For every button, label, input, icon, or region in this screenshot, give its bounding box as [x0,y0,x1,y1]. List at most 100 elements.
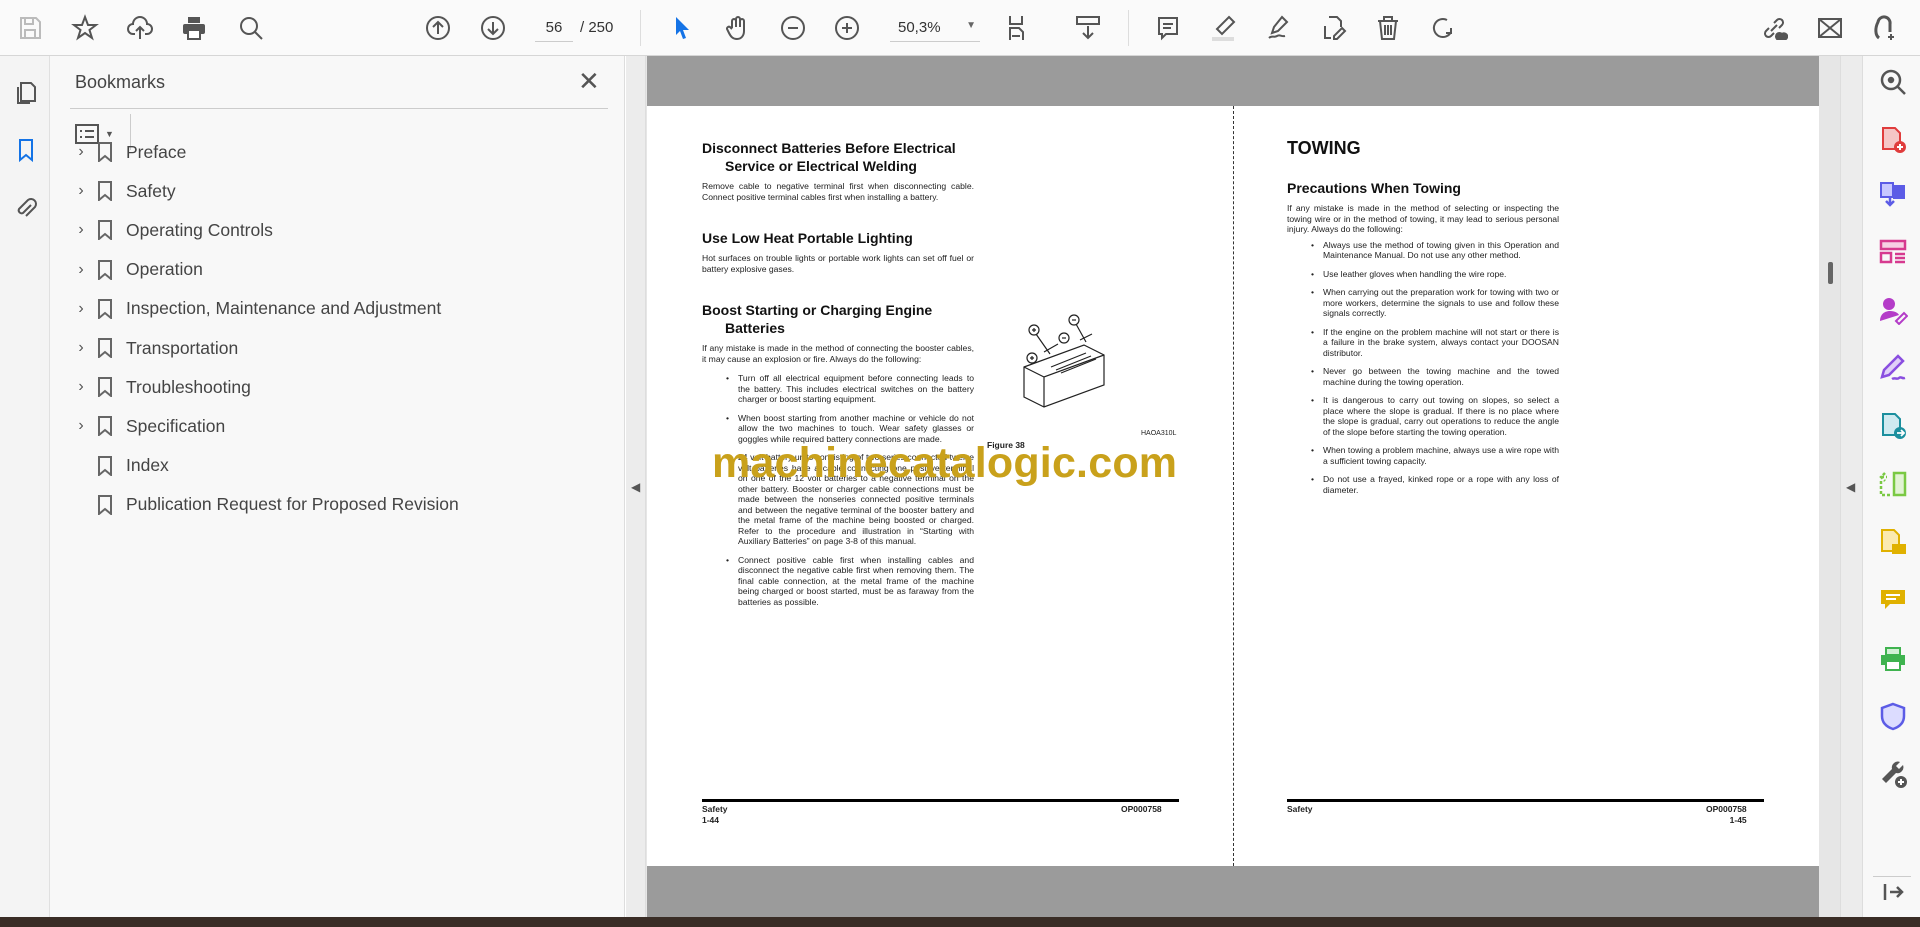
bookmark-item[interactable]: › Operation [70,253,610,287]
bullet: • [1311,474,1315,484]
bookmark-icon [98,142,112,162]
footer-section: Safety [1287,804,1313,814]
bullet: • [1311,239,1315,250]
bookmark-label: Operation [126,259,203,280]
edit-pdf-icon[interactable] [1315,10,1351,46]
organize-pages-icon[interactable] [1877,236,1909,268]
send-for-review-icon[interactable] [1877,410,1909,442]
left-navigation-rail [0,56,50,917]
enhance-scan-icon[interactable] [1877,66,1909,98]
bookmark-item[interactable]: › Inspection, Maintenance and Adjustment [70,292,610,326]
bullet: • [1311,287,1315,297]
watermark: machinecatalogic.com [712,439,1178,487]
chevron-right-icon[interactable]: › [70,300,92,318]
zoom-in-icon[interactable] [829,10,865,46]
bullet-item: • If the engine on the problem machine wi… [1287,327,1559,359]
collapse-left-icon[interactable]: ◀ [631,480,640,494]
bookmark-item[interactable]: Publication Request for Proposed Revisio… [70,488,610,522]
bookmark-item[interactable]: › Preface [70,135,610,169]
chevron-right-icon[interactable]: › [70,143,92,161]
sign-icon[interactable] [1260,10,1296,46]
bookmark-icon [98,494,112,515]
left-panel-collapse-strip[interactable]: ◀ [626,56,646,917]
fit-page-icon[interactable] [1000,10,1036,46]
bookmark-item[interactable]: › Troubleshooting [70,370,610,404]
comment-icon[interactable] [1150,10,1186,46]
chevron-right-icon[interactable]: › [70,339,92,357]
bullet-text: Do not use a frayed, kinked rope or a ro… [1323,474,1559,495]
highlight-icon[interactable] [1205,10,1241,46]
page-down-icon[interactable] [475,10,511,46]
bookmark-item[interactable]: › Safety [70,174,610,208]
chevron-right-icon[interactable]: › [70,182,92,200]
email-icon[interactable] [1812,10,1848,46]
chevron-right-icon[interactable]: › [70,221,92,239]
chevron-right-icon[interactable]: › [70,261,92,279]
delete-icon[interactable] [1370,10,1406,46]
footer-rule [702,799,1179,802]
chevron-right-icon[interactable]: › [70,378,92,396]
bookmarks-panel-icon[interactable] [10,134,42,166]
vertical-scrollbar[interactable] [1828,262,1833,284]
footer-code: OP000758 [1121,804,1162,814]
right-panel-collapse-strip[interactable]: ◀ [1840,56,1862,917]
bookmark-item[interactable]: › Operating Controls [70,213,610,247]
bookmark-label: Transportation [126,337,239,358]
collapse-tools-icon[interactable] [1877,876,1909,908]
upload-cloud-icon[interactable] [122,10,158,46]
find-icon[interactable] [233,10,269,46]
more-tools-icon[interactable] [1877,758,1909,790]
select-cursor-icon[interactable] [664,10,700,46]
paragraph: Hot surfaces on trouble lights or portab… [702,253,974,274]
taskbar-strip [0,917,1920,927]
bookmark-label: Operating Controls [126,219,273,240]
zoom-value: 50,3% [898,19,941,36]
compare-files-icon[interactable] [1877,468,1909,500]
right-page-text: TOWING Precautions When Towing If any mi… [1287,139,1559,503]
bookmark-label: Safety [126,180,176,201]
expand-right-icon[interactable]: ◀ [1846,480,1855,494]
add-user-icon[interactable] [1866,10,1902,46]
footer-rule [1287,799,1764,802]
section-heading: Precautions When Towing [1287,180,1461,196]
section-heading: Use Low Heat Portable Lighting [702,230,913,246]
bullet-text: Always use the method of towing given in… [1323,239,1559,261]
bookmark-item[interactable]: › Specification [70,409,610,443]
bookmark-star-icon[interactable] [67,10,103,46]
comment-tool-icon[interactable] [1877,526,1909,558]
bookmark-item[interactable]: Index [70,449,610,483]
bookmark-icon [98,298,112,319]
page-number-input[interactable] [535,14,573,42]
page-thumbnails-icon[interactable] [10,76,42,108]
attachments-icon[interactable] [10,192,42,224]
export-pdf-icon[interactable] [1877,178,1909,210]
bullet-item: • Never go between the towing machine and… [1287,366,1559,387]
protect-icon[interactable] [1877,700,1909,732]
print-production-icon[interactable] [1877,642,1909,674]
bullet: • [1311,366,1315,376]
hand-icon[interactable] [720,10,756,46]
paragraph: If any mistake is made in the method of … [1287,203,1559,234]
section-heading: Disconnect Batteries Before Electrical Se… [702,140,956,174]
rotate-icon[interactable] [1425,10,1461,46]
create-pdf-icon[interactable] [1877,124,1909,156]
close-icon[interactable]: ✕ [578,68,600,94]
request-signatures-icon[interactable] [1877,294,1909,326]
stamp-icon[interactable] [1877,584,1909,616]
scroll-mode-icon[interactable] [1070,10,1106,46]
chevron-right-icon[interactable]: › [70,417,92,435]
bullet-item: • It is dangerous to carry out towing on … [1287,395,1559,437]
left-page-text: Disconnect Batteries Before Electrical Se… [702,139,974,615]
fill-sign-icon[interactable] [1877,352,1909,384]
zoom-level-dropdown[interactable]: 50,3% ▼ [890,14,980,42]
bookmark-item[interactable]: › Transportation [70,331,610,365]
bullet-item: • Always use the method of towing given i… [1287,240,1559,261]
document-viewer[interactable]: Disconnect Batteries Before Electrical Se… [646,56,1840,917]
bullet-item: • Turn off all electrical equipment befor… [702,373,974,405]
share-link-icon[interactable] [1756,10,1792,46]
page-up-icon[interactable] [420,10,456,46]
save-icon[interactable] [12,10,48,46]
zoom-out-icon[interactable] [775,10,811,46]
print-icon[interactable] [176,10,212,46]
bullet-item: • When towing a problem machine, always u… [1287,445,1559,466]
